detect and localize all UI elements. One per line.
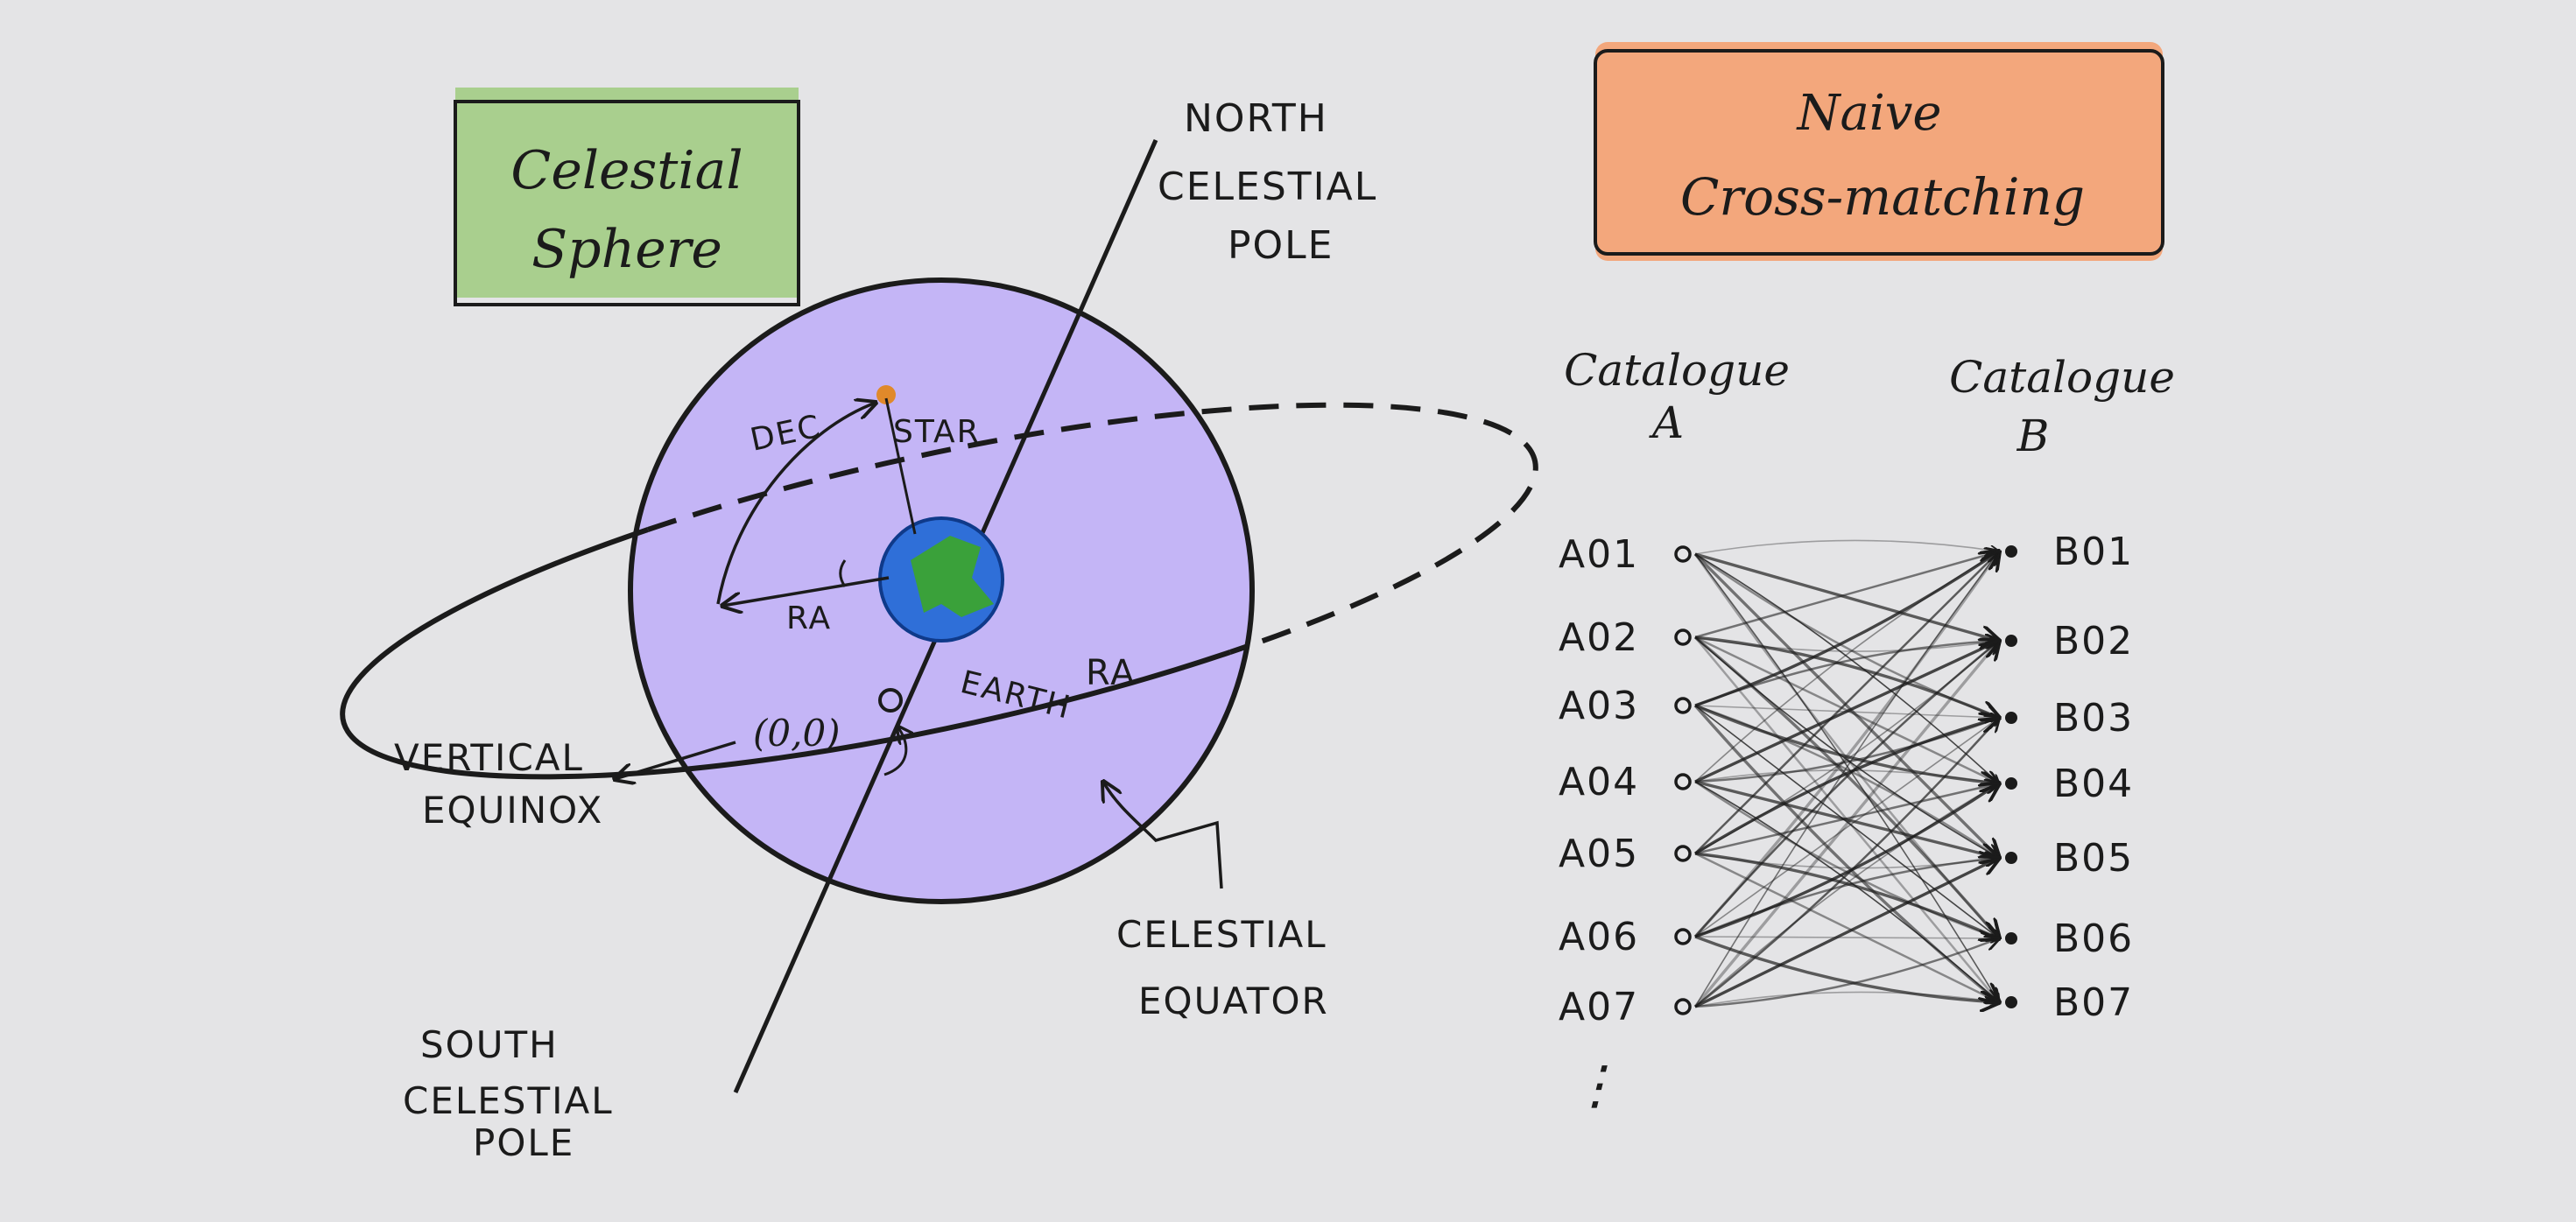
vertical-equinox-label-2: EQUINOX bbox=[422, 789, 603, 832]
celestial-equator-label-2: EQUATOR bbox=[1138, 980, 1329, 1022]
north-pole-label-2: CELESTIAL bbox=[1158, 165, 1377, 209]
catalogue-b-item: B03 bbox=[2005, 696, 2134, 741]
catalogue-a-label: A04 bbox=[1559, 760, 1639, 804]
ra-right-label: RA bbox=[1086, 653, 1137, 693]
title-line-1: Naive bbox=[1795, 85, 1941, 142]
catalogue-a-point bbox=[1674, 629, 1692, 646]
catalogue-b-point bbox=[2005, 712, 2017, 724]
catalogue-b-label: B06 bbox=[2053, 916, 2134, 961]
catalogue-b-label: B03 bbox=[2053, 696, 2134, 741]
catalogue-a-list: A01 A02 A03 A04 A05 A06 A07 bbox=[1559, 532, 1692, 1029]
match-line bbox=[1694, 937, 1999, 938]
south-pole-label-1: SOUTH bbox=[420, 1023, 559, 1066]
catalogue-a-point bbox=[1674, 928, 1692, 945]
match-line bbox=[1694, 539, 1999, 554]
catalogue-b-item: B01 bbox=[2005, 530, 2134, 574]
catalogue-b-label: B04 bbox=[2053, 762, 2134, 806]
catalogue-b-list: B01 B02 B03 B04 B05 B06 B07 bbox=[2005, 530, 2134, 1025]
catalogue-a-label: A03 bbox=[1559, 684, 1639, 728]
catalogue-a-point bbox=[1674, 545, 1692, 563]
catalogue-a-point bbox=[1674, 697, 1692, 714]
match-line bbox=[1694, 553, 1999, 783]
catalogue-b-point bbox=[2005, 932, 2017, 945]
catalogue-a-point bbox=[1674, 845, 1692, 862]
match-line bbox=[1694, 858, 1999, 938]
title-line-2: Sphere bbox=[531, 219, 722, 280]
catalogue-b-item: B02 bbox=[2005, 619, 2134, 664]
title-box-fill bbox=[1595, 42, 2163, 261]
north-pole-label-1: NORTH bbox=[1184, 96, 1328, 141]
south-pole-label-2: CELESTIAL bbox=[403, 1079, 614, 1122]
catalogue-b-item: B04 bbox=[2005, 762, 2134, 806]
star-label: STAR bbox=[893, 414, 981, 450]
catalogue-b-label: B02 bbox=[2053, 619, 2134, 664]
catalogue-a-point bbox=[1674, 773, 1692, 790]
catalogue-b-label: B05 bbox=[2053, 836, 2134, 881]
match-line bbox=[1694, 641, 1999, 938]
match-line bbox=[1693, 636, 1999, 938]
title-line-2: Cross-matching bbox=[1680, 167, 2085, 227]
catalogue-b-point bbox=[2005, 777, 2017, 790]
catalogue-b-heading: Catalogue bbox=[1949, 352, 2175, 403]
south-pole-label-3: POLE bbox=[473, 1121, 574, 1164]
catalogue-b-point bbox=[2005, 996, 2017, 1008]
origin-label: (0,0) bbox=[753, 712, 841, 755]
catalogue-b-point bbox=[2005, 635, 2017, 647]
match-line bbox=[1694, 783, 1999, 1008]
catalogue-b-item: B05 bbox=[2005, 836, 2134, 881]
match-line bbox=[1694, 551, 1999, 639]
catalogue-a-item: A01 bbox=[1559, 532, 1692, 577]
match-line bbox=[1693, 641, 1999, 1008]
cross-matching-panel: Naive Cross-matching Catalogue A Catalog… bbox=[1559, 42, 2175, 1116]
celestial-equator-label-1: CELESTIAL bbox=[1116, 913, 1327, 956]
catalogue-a-heading: Catalogue bbox=[1564, 345, 1790, 396]
catalogue-b-point bbox=[2005, 545, 2017, 558]
north-pole-label-3: POLE bbox=[1228, 223, 1334, 268]
diagram-canvas: Celestial Sphere NORTH CELESTIAL POLE SO… bbox=[340, 42, 2175, 1164]
catalogue-a-label: A06 bbox=[1559, 915, 1639, 959]
catalogue-b-point bbox=[2005, 852, 2017, 864]
vertical-equinox-label-1: VERTICAL bbox=[394, 736, 584, 779]
catalogue-b-item: B07 bbox=[2005, 980, 2134, 1025]
catalogue-a-item: A06 bbox=[1559, 915, 1692, 959]
catalogue-a-item: A02 bbox=[1559, 615, 1692, 660]
title-line-1: Celestial bbox=[510, 140, 743, 201]
catalogue-b-item: B06 bbox=[2005, 916, 2134, 961]
catalogue-a-label: A07 bbox=[1559, 985, 1639, 1029]
catalogue-a-point bbox=[1674, 998, 1692, 1015]
catalogue-b-label: B01 bbox=[2053, 530, 2134, 574]
catalogue-a-letter: A bbox=[1649, 397, 1684, 448]
match-line bbox=[1694, 704, 1999, 858]
more-items-ellipsis: ⋮ bbox=[1569, 1055, 1622, 1116]
catalogue-a-item: A04 bbox=[1559, 760, 1692, 804]
catalogue-b-label: B07 bbox=[2053, 980, 2134, 1025]
catalogue-a-item: A03 bbox=[1559, 684, 1692, 728]
catalogue-a-label: A05 bbox=[1559, 832, 1639, 876]
cross-matching-title-box: Naive Cross-matching bbox=[1594, 42, 2164, 261]
celestial-sphere-title-box: Celestial Sphere bbox=[454, 88, 800, 306]
catalogue-a-label: A02 bbox=[1559, 615, 1639, 660]
match-line bbox=[1694, 718, 1999, 855]
catalogue-a-item: A07 bbox=[1559, 985, 1692, 1029]
catalogue-a-label: A01 bbox=[1559, 532, 1639, 577]
earth bbox=[878, 516, 1004, 643]
ra-left-label: RA bbox=[786, 600, 832, 636]
catalogue-b-letter: B bbox=[2016, 411, 2050, 461]
celestial-sphere-panel: Celestial Sphere NORTH CELESTIAL POLE SO… bbox=[340, 88, 1538, 1164]
match-lines bbox=[1693, 539, 1999, 1008]
catalogue-a-item: A05 bbox=[1559, 832, 1692, 876]
